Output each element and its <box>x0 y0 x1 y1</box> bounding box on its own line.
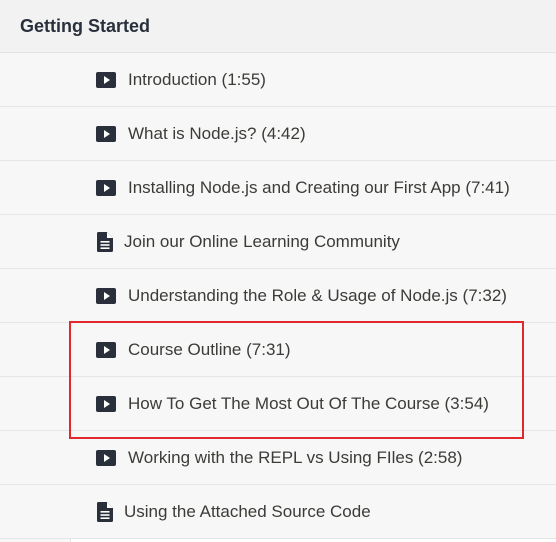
document-icon <box>96 501 114 522</box>
lecture-item-join-community[interactable]: Join our Online Learning Community <box>0 215 556 269</box>
lecture-title: Understanding the Role & Usage of Node.j… <box>128 285 507 305</box>
lecture-item-introduction[interactable]: Introduction (1:55) <box>0 53 556 107</box>
play-video-icon <box>95 449 117 467</box>
lecture-title: Join our Online Learning Community <box>124 231 400 251</box>
lecture-item-role-usage-nodejs[interactable]: Understanding the Role & Usage of Node.j… <box>0 269 556 323</box>
section-header[interactable]: Getting Started <box>0 0 556 53</box>
lecture-item-course-outline[interactable]: Course Outline (7:31) <box>0 323 556 377</box>
lecture-item-what-is-nodejs[interactable]: What is Node.js? (4:42) <box>0 107 556 161</box>
play-video-icon <box>95 341 117 359</box>
play-video-icon <box>95 287 117 305</box>
document-icon <box>96 231 114 252</box>
lecture-list: Introduction (1:55) What is Node.js? (4:… <box>0 53 556 539</box>
lecture-item-attached-source-code[interactable]: Using the Attached Source Code <box>0 485 556 539</box>
lecture-title: Installing Node.js and Creating our Firs… <box>128 177 510 197</box>
lecture-title: Using the Attached Source Code <box>124 501 371 521</box>
lecture-item-installing-nodejs[interactable]: Installing Node.js and Creating our Firs… <box>0 161 556 215</box>
play-video-icon <box>95 395 117 413</box>
play-video-icon <box>95 179 117 197</box>
section-title: Getting Started <box>20 15 151 36</box>
lecture-title: Course Outline (7:31) <box>128 339 291 359</box>
lecture-title: Working with the REPL vs Using FIles (2:… <box>128 447 463 467</box>
lecture-title: Introduction (1:55) <box>128 69 266 89</box>
lecture-title: What is Node.js? (4:42) <box>128 123 306 143</box>
lecture-title: How To Get The Most Out Of The Course (3… <box>128 393 489 413</box>
lecture-item-get-most-out[interactable]: How To Get The Most Out Of The Course (3… <box>0 377 556 431</box>
play-video-icon <box>95 125 117 143</box>
play-video-icon <box>95 71 117 89</box>
lecture-item-repl-vs-files[interactable]: Working with the REPL vs Using FIles (2:… <box>0 431 556 485</box>
